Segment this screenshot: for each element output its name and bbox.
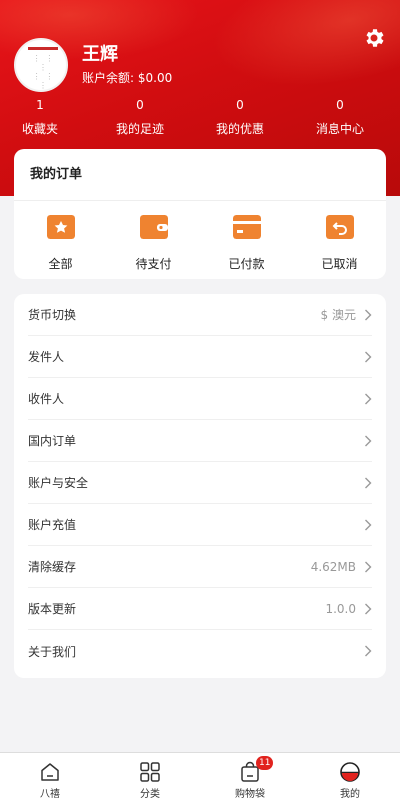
chevron-right-icon: [365, 435, 372, 446]
chevron-right-icon: [365, 519, 372, 530]
order-status-label: 已付款: [228, 257, 265, 271]
return-icon: [325, 215, 354, 239]
tab-category[interactable]: 分类: [100, 753, 200, 800]
chevron-right-icon: [365, 561, 372, 572]
menu-item-label: 国内订单: [28, 434, 77, 448]
menu-item-label: 清除缓存: [28, 560, 77, 574]
chevron-right-icon: [365, 645, 372, 657]
account-balance: 账户余额: $0.00: [82, 71, 173, 85]
stat-count: 0: [336, 98, 344, 112]
menu-item-label: 账户与安全: [28, 476, 89, 490]
menu-item-label: 版本更新: [28, 602, 77, 616]
chevron-right-icon: [365, 477, 372, 488]
chevron-right-icon: [365, 393, 372, 404]
tab-shopping-bag[interactable]: 11 购物袋: [200, 753, 300, 800]
menu-item-label: 关于我们: [28, 644, 77, 659]
menu-item-recipient[interactable]: 收件人: [28, 378, 372, 420]
menu-item-domestic-orders[interactable]: 国内订单: [28, 420, 372, 462]
menu-item-value: 1.0.0: [325, 601, 356, 616]
order-all-button[interactable]: 全部: [14, 201, 107, 279]
tab-label: 分类: [140, 789, 160, 800]
menu-item-value: $ 澳元: [320, 308, 356, 322]
my-orders-card: 我的订单 全部 待支付 已付款 已取消: [14, 149, 386, 279]
menu-item-recharge[interactable]: 账户充值: [28, 504, 372, 546]
settings-menu: 货币切换 $ 澳元 发件人 收件人 国内订单 账户与安全 账户充值 清除缓存 4…: [14, 294, 386, 678]
username: 王辉: [82, 44, 118, 65]
chevron-right-icon: [365, 351, 372, 362]
menu-item-sender[interactable]: 发件人: [28, 336, 372, 378]
menu-item-currency[interactable]: 货币切换 $ 澳元: [28, 294, 372, 336]
order-paid-button[interactable]: 已付款: [200, 201, 293, 279]
cart-count-badge: 11: [256, 756, 274, 770]
tab-label: 我的: [340, 789, 360, 800]
menu-item-label: 发件人: [28, 350, 65, 364]
order-pending-payment-button[interactable]: 待支付: [107, 201, 200, 279]
order-cancelled-button[interactable]: 已取消: [293, 201, 386, 279]
grid-icon: [140, 762, 160, 782]
order-status-label: 已取消: [321, 257, 358, 271]
avatar-graphic: [28, 47, 58, 50]
avatar-graphic: ⋮ ⋮ ⋮⋮ ⋮ ⋮· · ·: [32, 54, 54, 90]
bottom-tab-bar: 八禧 分类 11 购物袋 我的: [0, 752, 400, 800]
menu-item-about-us[interactable]: 关于我们: [28, 630, 372, 672]
menu-item-clear-cache[interactable]: 清除缓存 4.62MB: [28, 546, 372, 588]
menu-item-version-update[interactable]: 版本更新 1.0.0: [28, 588, 372, 630]
stat-label: 消息中心: [315, 122, 364, 136]
profile-icon: [340, 762, 360, 782]
tab-label: 购物袋: [235, 789, 265, 800]
tab-label: 八禧: [40, 789, 60, 800]
avatar[interactable]: ⋮ ⋮ ⋮⋮ ⋮ ⋮· · ·: [14, 38, 68, 92]
menu-item-label: 账户充值: [28, 518, 77, 532]
menu-item-account-security[interactable]: 账户与安全: [28, 462, 372, 504]
profile-stats: 1 收藏夹 0 我的足迹 0 我的优惠 0 消息中心: [0, 98, 400, 142]
card-icon: [232, 215, 261, 239]
home-icon: [41, 763, 59, 781]
gear-icon[interactable]: [362, 26, 386, 50]
tab-home[interactable]: 八禧: [0, 753, 100, 800]
menu-item-label: 货币切换: [28, 308, 77, 322]
wallet-icon: [139, 215, 168, 239]
header-glow: [200, 0, 400, 108]
orders-title: 我的订单: [14, 149, 386, 201]
stat-messages[interactable]: 0 消息中心: [300, 98, 400, 142]
menu-item-label: 收件人: [28, 392, 65, 406]
star-icon: [46, 215, 75, 239]
order-status-label: 全部: [48, 257, 73, 271]
chevron-right-icon: [365, 603, 372, 614]
tab-mine[interactable]: 我的: [300, 753, 400, 800]
chevron-right-icon: [365, 309, 372, 320]
menu-item-value: 4.62MB: [310, 559, 356, 574]
order-status-label: 待支付: [135, 257, 172, 271]
orders-status-row: 全部 待支付 已付款 已取消: [14, 201, 386, 279]
